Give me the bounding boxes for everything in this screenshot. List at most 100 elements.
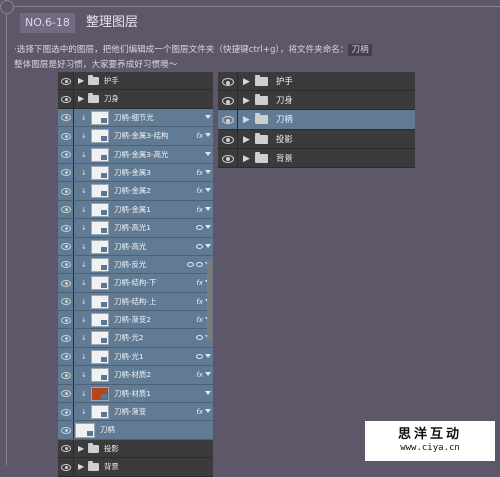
visibility-toggle[interactable] [58,329,74,347]
layer-row[interactable]: ↓ 刀柄-金属3-结构 fx [58,127,213,146]
layer-group-row[interactable]: ▶ 护手 [58,72,213,91]
layer-mask-icon[interactable] [196,261,203,267]
fx-dropdown-icon[interactable] [205,169,211,174]
layer-mask-icon[interactable] [187,261,194,267]
fx-icon[interactable]: fx [196,164,203,182]
layer-group-row[interactable]: ▶ 刀身 [218,91,415,111]
fx-dropdown-icon[interactable] [205,114,211,119]
layer-row[interactable]: ↓ 刀柄-光1 [58,347,213,367]
layer-row[interactable]: ↓ 刀柄-光2 [58,329,213,348]
visibility-toggle[interactable] [58,421,74,439]
layer-group-row[interactable]: ▶ 护手 [218,72,415,92]
eye-icon [61,243,71,251]
visibility-toggle[interactable] [58,439,74,458]
expand-caret-icon[interactable]: ▶ [243,115,250,125]
fx-dropdown-icon[interactable] [205,353,211,358]
visibility-toggle[interactable] [58,108,74,127]
layer-group-row[interactable]: ▶ 背景 [218,148,415,168]
fx-dropdown-icon[interactable] [205,409,211,414]
visibility-toggle[interactable] [58,274,74,292]
fx-dropdown-icon[interactable] [205,372,211,377]
layer-row[interactable]: ↓ 刀柄-材质2 fx [58,366,213,385]
layer-group-row[interactable]: ▶ 刀柄 [218,110,415,130]
layer-row[interactable]: ↓ 刀柄-细节光 [58,108,213,128]
visibility-toggle[interactable] [218,91,238,110]
layer-mask-icon[interactable] [196,225,203,231]
expand-caret-icon[interactable]: ▶ [243,96,250,106]
layer-row[interactable]: ↓ 刀柄-金属3-高光 [58,145,213,164]
fx-icon[interactable]: fx [196,182,203,200]
expand-caret-icon[interactable]: ▶ [243,154,250,164]
layer-mask-icon[interactable] [196,335,203,341]
layer-row[interactable]: ↓ 刀柄-金属1 fx [58,200,213,220]
layer-row[interactable]: ↓ 刀柄-渐变 fx [58,403,213,422]
visibility-toggle[interactable] [218,148,238,167]
visibility-toggle[interactable] [218,110,238,129]
layer-row[interactable]: ↓ 刀柄-结构-下 fx [58,274,213,293]
expand-caret-icon[interactable]: ▶ [243,77,250,87]
fx-dropdown-icon[interactable] [205,133,211,138]
fx-dropdown-icon[interactable] [205,390,211,395]
layer-row[interactable]: ↓ 刀柄-材质1 [58,384,213,404]
visibility-toggle[interactable] [218,72,238,91]
visibility-toggle[interactable] [58,384,74,403]
visibility-toggle[interactable] [58,145,74,163]
visibility-toggle[interactable] [58,182,74,200]
expand-caret-icon[interactable]: ▶ [78,462,84,472]
layer-row[interactable]: ↓ 刀柄-反光 [58,255,213,275]
fx-dropdown-icon[interactable] [205,243,211,248]
layer-group-row[interactable]: ▶ 背景 [58,458,213,477]
visibility-toggle[interactable] [58,458,74,476]
clip-arrow-icon: ↓ [81,408,87,417]
fx-icon[interactable]: fx [196,293,203,311]
visibility-toggle[interactable] [58,347,74,366]
watermark-url: www.ciya.cn [400,443,460,453]
visibility-toggle[interactable] [58,90,74,108]
layer-name: 背景 [104,462,119,472]
fx-dropdown-icon[interactable] [205,225,211,230]
layer-row[interactable]: ↓ 刀柄-高光1 [58,219,213,238]
expand-caret-icon[interactable]: ▶ [78,76,84,86]
visibility-toggle[interactable] [58,255,74,274]
visibility-toggle[interactable] [58,127,74,145]
layer-name: 刀柄-材质1 [114,388,151,398]
layer-row[interactable]: ↓ 刀柄-金属3 fx [58,163,213,183]
layers-scrollbar[interactable] [207,260,212,340]
layer-group-row[interactable]: ▶ 投影 [218,129,415,149]
fx-icon[interactable]: fx [196,366,203,384]
layer-mask-icon[interactable] [196,243,203,249]
layer-row[interactable]: ↓ 刀柄-高光 [58,237,213,256]
layer-row[interactable]: ↓ 刀柄-渐变2 fx [58,311,213,330]
visibility-toggle[interactable] [218,129,238,148]
fx-dropdown-icon[interactable] [205,151,211,156]
fx-dropdown-icon[interactable] [205,206,211,211]
layer-row[interactable]: 刀柄 [58,421,213,440]
fx-icon[interactable]: fx [196,403,203,421]
visibility-toggle[interactable] [58,403,74,421]
visibility-toggle[interactable] [58,237,74,255]
layer-row[interactable]: ↓ 刀柄-金属2 fx [58,182,213,201]
fx-icon[interactable]: fx [196,201,203,219]
layer-group-row[interactable]: ▶ 投影 [58,439,213,459]
fx-icon[interactable]: fx [196,274,203,292]
visibility-toggle[interactable] [58,311,74,329]
expand-caret-icon[interactable]: ▶ [243,135,250,145]
fx-icon[interactable]: fx [196,311,203,329]
layer-mask-icon[interactable] [196,353,203,359]
layer-name: 护手 [104,76,119,85]
visibility-toggle[interactable] [58,292,74,311]
layer-thumbnail [91,368,109,383]
clip-arrow-icon: ↓ [81,113,87,122]
layer-row[interactable]: ↓ 刀柄-结构-上 fx [58,292,213,312]
visibility-toggle[interactable] [58,200,74,219]
expand-caret-icon[interactable]: ▶ [78,94,84,104]
fx-dropdown-icon[interactable] [205,188,211,193]
visibility-toggle[interactable] [58,366,74,384]
visibility-toggle[interactable] [58,163,74,182]
visibility-toggle[interactable] [58,72,74,90]
expand-caret-icon[interactable]: ▶ [78,444,84,454]
layer-thumbnail [91,129,109,144]
layer-group-row[interactable]: ▶ 刀身 [58,90,213,109]
fx-icon[interactable]: fx [196,127,203,145]
visibility-toggle[interactable] [58,219,74,237]
